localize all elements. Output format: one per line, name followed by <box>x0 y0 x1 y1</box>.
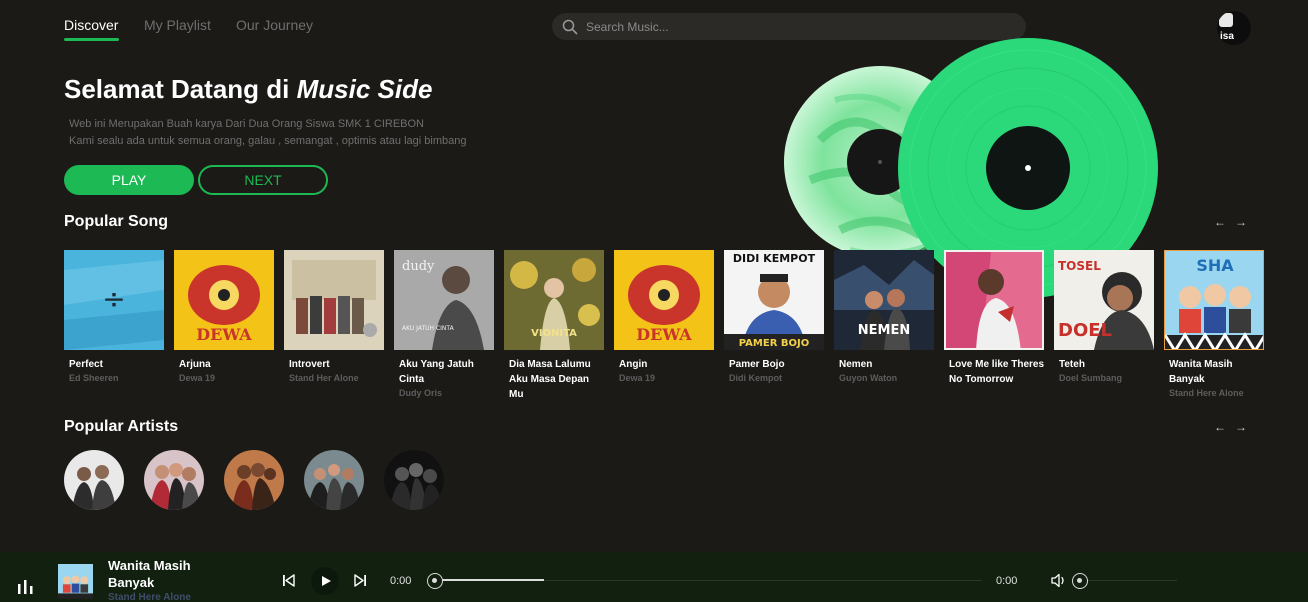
tab-my-playlist[interactable]: My Playlist <box>144 17 211 33</box>
avatar-alt-text: isa <box>1220 31 1234 42</box>
user-avatar[interactable]: isa <box>1217 11 1251 45</box>
popular-song-heading: Popular Song <box>64 213 168 230</box>
hero-title-prefix: Selamat Datang di <box>64 74 297 104</box>
artists-next-arrow-icon[interactable]: → <box>1235 420 1247 434</box>
song-card[interactable]: Introvert Stand Her Alone <box>284 250 384 385</box>
broken-image-icon <box>1219 13 1233 27</box>
skip-previous-icon[interactable] <box>282 574 295 587</box>
album-cover: ÷ <box>64 250 164 350</box>
song-artist: Doel Sumbang <box>1059 373 1123 383</box>
album-cover: NEMEN <box>834 250 934 350</box>
song-title: Angin <box>619 359 648 370</box>
song-title: Wanita Masih Banyak <box>1169 359 1233 385</box>
song-card[interactable]: VIONITA Dia Masa Lalumu Aku Masa Depan M… <box>504 250 604 402</box>
cover-text: VIONITA <box>531 328 577 339</box>
player-bar: Wanita Masih Banyak Stand Here Alone 0:0… <box>0 552 1308 602</box>
hero-description-2: Kami sealu ada untuk semua orang, galau … <box>69 135 467 147</box>
progress-handle[interactable] <box>427 573 443 589</box>
song-title: Nemen <box>839 359 873 370</box>
song-artist: Dewa 19 <box>179 373 216 383</box>
volume-slider[interactable] <box>1079 580 1177 581</box>
cover-text: ÷ <box>102 282 125 315</box>
progress-fill <box>434 579 544 581</box>
play-button[interactable]: PLAY <box>64 165 194 195</box>
song-card[interactable]: dudy AKU JATUH CINTA Aku Yang Jatuh Cint… <box>394 250 494 400</box>
album-cover: SHA <box>1164 250 1264 350</box>
song-card[interactable]: Love Me like Theres No Tomorrow <box>944 250 1044 387</box>
song-artist: Ed Sheeren <box>69 373 119 383</box>
song-card[interactable]: DEWA Angin Dewa 19 <box>614 250 714 385</box>
song-card[interactable]: ÷ Perfect Ed Sheeren <box>64 250 164 385</box>
song-artist: Dewa 19 <box>619 373 656 383</box>
tab-discover[interactable]: Discover <box>64 17 118 33</box>
album-cover: DIDI KEMPOT PAMER BOJO <box>724 250 824 350</box>
tab-our-journey[interactable]: Our Journey <box>236 17 313 33</box>
song-card[interactable]: TOSEL DOEL Teteh Doel Sumbang <box>1054 250 1154 385</box>
skip-next-icon[interactable] <box>354 574 367 587</box>
cover-subtext: DOEL <box>1058 320 1112 341</box>
album-cover <box>284 250 384 350</box>
song-title: Pamer Bojo <box>729 359 785 370</box>
album-cover: TOSEL DOEL <box>1054 250 1154 350</box>
now-playing-artist: Stand Here Alone <box>108 592 191 602</box>
play-icon <box>322 576 331 586</box>
cover-text: TOSEL <box>1058 259 1101 273</box>
song-artist: Stand Here Alone <box>1169 388 1244 398</box>
song-title: Teteh <box>1059 359 1085 370</box>
equalizer-icon[interactable] <box>16 578 36 594</box>
song-card[interactable]: DEWA Arjuna Dewa 19 <box>174 250 274 385</box>
now-playing-title: Wanita Masih Banyak <box>108 558 191 590</box>
progress-bar[interactable] <box>434 579 982 581</box>
songs-next-arrow-icon[interactable]: → <box>1235 215 1247 229</box>
song-title: Introvert <box>289 359 330 370</box>
song-title: Perfect <box>69 359 103 370</box>
artist-avatar[interactable] <box>384 450 444 510</box>
song-title: Arjuna <box>179 359 211 370</box>
album-cover: DEWA <box>174 250 274 350</box>
cover-text: NEMEN <box>858 323 910 338</box>
hero-title: Selamat Datang di Music Side <box>64 74 432 105</box>
now-playing-cover <box>58 564 93 599</box>
hero-description-1: Web ini Merupakan Buah karya Dari Dua Or… <box>69 118 424 130</box>
cover-subtext: PAMER BOJO <box>739 338 809 349</box>
cover-text: DEWA <box>196 325 252 344</box>
volume-handle[interactable] <box>1072 573 1088 589</box>
search-icon[interactable] <box>562 19 578 35</box>
song-title: Love Me like Theres No Tomorrow <box>949 359 1045 385</box>
songs-prev-arrow-icon[interactable]: ← <box>1214 215 1226 229</box>
album-cover: DEWA <box>614 250 714 350</box>
active-tab-indicator <box>64 38 119 41</box>
cover-text: SHA <box>1196 256 1234 275</box>
artist-avatar[interactable] <box>144 450 204 510</box>
song-card[interactable]: DIDI KEMPOT PAMER BOJO Pamer Bojo Didi K… <box>724 250 824 385</box>
song-artist: Dudy Oris <box>399 388 443 398</box>
total-time: 0:00 <box>996 575 1018 587</box>
current-time: 0:00 <box>390 575 412 587</box>
cover-text: dudy <box>402 259 435 274</box>
next-button[interactable]: NEXT <box>198 165 328 195</box>
album-cover <box>944 250 1044 350</box>
song-card[interactable]: NEMEN Nemen Guyon Waton <box>834 250 934 385</box>
song-title: Aku Yang Jatuh Cinta <box>399 359 474 385</box>
album-cover: dudy AKU JATUH CINTA <box>394 250 494 350</box>
song-artist: Didi Kempot <box>729 373 782 383</box>
volume-icon[interactable] <box>1051 573 1067 588</box>
album-cover: VIONITA <box>504 250 604 350</box>
cover-subtext: AKU JATUH CINTA <box>402 325 455 332</box>
artist-avatar[interactable] <box>64 450 124 510</box>
play-pause-button[interactable] <box>311 567 339 595</box>
artists-prev-arrow-icon[interactable]: ← <box>1214 420 1226 434</box>
song-artist: Stand Her Alone <box>289 373 359 383</box>
artist-avatar[interactable] <box>224 450 284 510</box>
cover-text: DEWA <box>636 325 692 344</box>
cover-text: DIDI KEMPOT <box>733 252 816 265</box>
popular-artists-heading: Popular Artists <box>64 418 179 435</box>
song-title: Dia Masa Lalumu Aku Masa Depan Mu <box>509 359 591 400</box>
hero-title-brand: Music Side <box>296 74 433 104</box>
song-card[interactable]: SHA Wanita Masih Banyak Stand Here Alone <box>1164 250 1264 400</box>
artist-avatar[interactable] <box>304 450 364 510</box>
song-artist: Guyon Waton <box>839 373 898 383</box>
